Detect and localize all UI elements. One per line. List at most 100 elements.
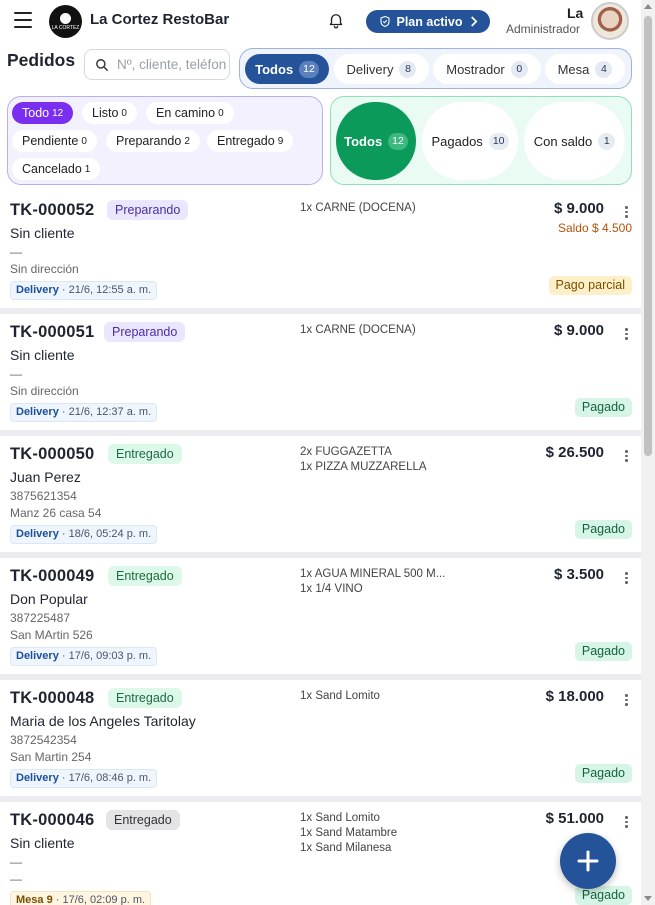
order-phone: — [10,245,22,259]
order-channel-meta: Delivery · 17/6, 08:46 p. m. [10,769,158,788]
bell-icon[interactable] [327,11,345,29]
hamburger-menu-icon[interactable] [14,12,32,28]
payment-status-tag: Pago parcial [548,276,632,295]
payment-status-tag: Pagado [574,886,632,905]
channel-tab-delivery[interactable]: Delivery 8 [334,54,429,84]
status-chip-pendiente[interactable]: Pendiente 0 [12,130,97,152]
order-channel-meta: Delivery · 18/6, 05:24 p. m. [10,525,158,544]
order-id: TK-000050 [10,445,95,463]
order-channel-meta: Mesa 9 · 17/6, 02:09 p. m. [10,891,152,905]
page-title: Pedidos [7,50,76,70]
order-datetime: 21/6, 12:55 a. m. [68,284,152,296]
order-item-line: 1x Sand Lomito [300,690,380,702]
order-item-line: 1x Sand Lomito [300,812,380,824]
order-channel: Delivery [16,528,59,540]
order-address: — [10,872,22,886]
order-phone: 3875621354 [10,489,77,503]
status-chip-cancelado[interactable]: Cancelado 1 [12,158,101,180]
order-address: San Martin 254 [10,750,92,764]
status-chip-todo[interactable]: Todo 12 [12,102,74,124]
order-item-line: 2x FUGGAZETTA [300,446,392,458]
payment-status-tag: Pagado [574,642,632,661]
search-input[interactable] [117,57,227,72]
order-status-badge: Preparando [104,322,186,342]
scroll-thumb[interactable] [644,16,652,456]
top-bar: LA CORTEZ La Cortez RestoBar Plan activo… [0,0,655,42]
payment-filter-pagados[interactable]: Pagados 10 [422,102,518,180]
order-channel: Delivery [16,650,59,662]
order-total: $ 18.000 [545,688,604,705]
channel-tab-mesa[interactable]: Mesa 4 [545,54,625,84]
payment-filter-todos[interactable]: Todos 12 [336,102,416,180]
status-chip-listo[interactable]: Listo 0 [82,102,137,124]
order-balance: Saldo $ 4.500 [557,221,632,235]
channel-tab-todos[interactable]: Todos 12 [245,54,329,84]
kebab-icon[interactable] [625,694,628,706]
add-order-button[interactable] [560,833,616,889]
status-chip-entregado[interactable]: Entregado 9 [207,130,294,152]
order-id: TK-000051 [10,323,95,341]
payment-filter-group: Todos 12 Pagados 10 Con saldo 1 [330,96,632,185]
order-channel: Mesa 9 [16,894,53,905]
kebab-icon[interactable] [625,206,628,218]
order-phone: 3872542354 [10,733,77,747]
page-scrollbar[interactable] [641,0,655,905]
plus-icon [577,850,599,872]
search-box[interactable] [84,49,230,80]
kebab-icon[interactable] [625,816,628,828]
filters-panel: Pedidos Todos12 Delivery8 Mostrador0 Mes… [0,42,641,192]
order-items: 1x Sand Lomito 1x Sand Matambre 1x Sand Mi… [300,811,397,856]
kebab-icon[interactable] [625,572,628,584]
order-phone: 387225487 [10,611,71,625]
order-item-line: 1x CARNE (DOCENA) [300,324,416,336]
order-datetime: 17/6, 09:03 p. m. [68,650,152,662]
scroll-up-arrow-icon[interactable] [644,4,652,9]
order-item-line: 1x Sand Milanesa [300,842,392,854]
channel-filter-group: Todos 12 Delivery 8 Mostrador 0 Mesa 4 [239,48,632,89]
order-item-line: 1x PIZZA MUZZARELLA [300,461,427,473]
user-name: La [567,5,584,21]
user-avatar[interactable] [591,2,629,40]
payment-status-tag: Pagado [574,398,632,417]
order-items: 1x CARNE (DOCENA) [300,323,416,338]
status-filter-group: Todo 12 Listo 0 En camino 0 Pendiente 0 Prep… [7,96,323,185]
status-chip-en-camino[interactable]: En camino 0 [146,102,234,124]
order-card[interactable]: TK-000052 Preparando Sin cliente — Sin direc… [0,192,641,308]
app-logo: LA CORTEZ [49,5,82,38]
order-status-badge: Entregado [108,566,182,586]
plan-label: Plan activo [396,14,463,29]
order-item-line: 1x Sand Matambre [300,827,398,839]
channel-tab-mostrador[interactable]: Mostrador 0 [433,54,541,84]
order-channel-meta: Delivery · 21/6, 12:37 a. m. [10,403,158,422]
order-datetime: 17/6, 02:09 p. m. [62,894,146,905]
order-card[interactable]: TK-000046 Entregado Sin cliente — — Mesa 9 · … [0,802,641,905]
payment-filter-con-saldo[interactable]: Con saldo 1 [524,102,625,180]
order-id: TK-000048 [10,689,95,707]
payment-status-tag: Pagado [574,764,632,783]
order-customer: Sin cliente [10,225,75,241]
kebab-icon[interactable] [625,328,628,340]
order-id: TK-000049 [10,567,95,585]
order-card[interactable]: TK-000051 Preparando Sin cliente — Sin direc… [0,314,641,430]
order-datetime: 21/6, 12:37 a. m. [68,406,152,418]
status-chip-preparando[interactable]: Preparando 2 [106,130,200,152]
order-channel-meta: Delivery · 17/6, 09:03 p. m. [10,647,158,666]
order-card[interactable]: TK-000050 Entregado Juan Perez 3875621354 Ma… [0,436,641,552]
order-customer: Maria de los Angeles Taritolay [10,713,196,729]
order-items: 1x Sand Lomito [300,689,380,704]
order-address: Sin dirección [10,384,79,398]
order-card[interactable]: TK-000049 Entregado Don Popular 387225487 Sa… [0,558,641,674]
order-total: $ 26.500 [545,444,604,461]
order-items: 1x AGUA MINERAL 500 M... 1x 1/4 VINO [300,567,445,597]
order-items: 2x FUGGAZETTA 1x PIZZA MUZZARELLA [300,445,427,475]
order-customer: Sin cliente [10,835,75,851]
scroll-down-arrow-icon[interactable] [644,896,652,901]
order-channel-meta: Delivery · 21/6, 12:55 a. m. [10,281,158,300]
kebab-icon[interactable] [625,450,628,462]
order-card[interactable]: TK-000048 Entregado Maria de los Angeles T… [0,680,641,796]
order-status-badge: Entregado [108,444,182,464]
order-status-badge: Entregado [106,810,180,830]
order-item-line: 1x CARNE (DOCENA) [300,202,416,214]
plan-active-button[interactable]: Plan activo [366,10,490,33]
order-datetime: 17/6, 08:46 p. m. [68,772,152,784]
